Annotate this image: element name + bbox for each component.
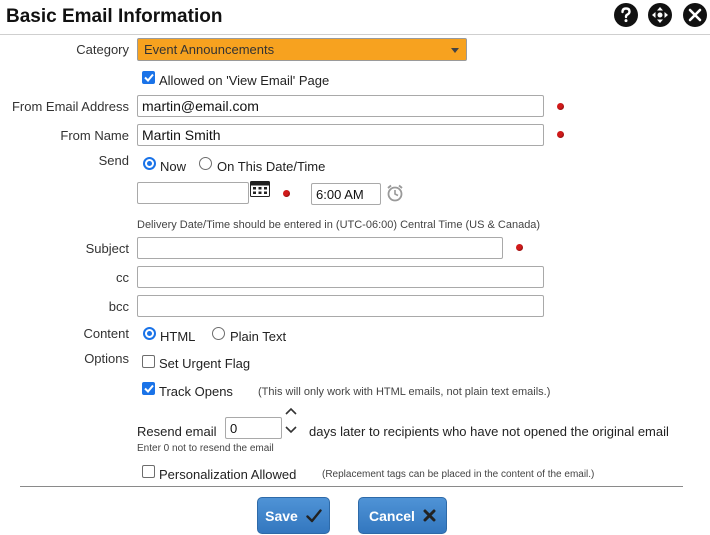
category-label: Category: [76, 42, 129, 57]
clock-icon[interactable]: [386, 184, 404, 202]
bcc-label: bcc: [108, 299, 129, 314]
delivery-timezone-note: Delivery Date/Time should be entered in …: [137, 219, 541, 231]
required-indicator: [516, 244, 523, 251]
required-indicator: [283, 190, 290, 197]
personalization-checkbox[interactable]: [142, 465, 155, 478]
track-opens-note: (This will only work with HTML emails, n…: [258, 386, 551, 398]
required-indicator: [557, 103, 564, 110]
header-divider: [0, 34, 710, 35]
send-now-radio[interactable]: [143, 157, 156, 170]
content-html-label: HTML: [160, 329, 196, 344]
personalization-label: Personalization Allowed: [159, 467, 297, 482]
resend-suffix-label: days later to recipients who have not op…: [309, 424, 669, 439]
chevron-up-icon: [285, 407, 297, 415]
send-date-field[interactable]: [137, 182, 249, 204]
close-icon[interactable]: [683, 3, 707, 27]
resend-days-field[interactable]: [225, 417, 282, 439]
content-html-radio[interactable]: [143, 327, 156, 340]
from-email-field[interactable]: [137, 95, 544, 117]
cc-field[interactable]: [137, 266, 544, 288]
track-opens-checkbox[interactable]: [142, 382, 155, 395]
required-indicator: [557, 131, 564, 138]
options-label: Options: [84, 351, 129, 366]
send-time-field[interactable]: [311, 183, 381, 205]
category-value: Event Announcements: [144, 42, 275, 57]
from-name-field[interactable]: [137, 124, 544, 146]
send-now-label: Now: [160, 159, 187, 174]
cancel-button[interactable]: Cancel: [358, 497, 447, 534]
subject-label: Subject: [85, 241, 129, 256]
send-date-label: On This Date/Time: [217, 159, 326, 174]
cancel-button-label: Cancel: [369, 507, 415, 524]
save-button[interactable]: Save: [257, 497, 330, 534]
from-email-label: From Email Address: [11, 99, 129, 114]
cc-label: cc: [116, 270, 129, 285]
x-icon: [423, 509, 436, 522]
send-label: Send: [98, 153, 129, 168]
track-opens-label: Track Opens: [159, 384, 233, 399]
checkmark-icon: [306, 508, 322, 522]
urgent-flag-checkbox[interactable]: [142, 355, 155, 368]
content-label: Content: [83, 326, 129, 341]
content-plain-radio[interactable]: [212, 327, 225, 340]
chevron-down-icon: [451, 48, 459, 53]
personalization-note: (Replacement tags can be placed in the c…: [322, 469, 595, 480]
allowed-view-checkbox[interactable]: [142, 71, 155, 84]
subject-field[interactable]: [137, 237, 503, 259]
help-icon[interactable]: [614, 3, 638, 27]
send-date-radio[interactable]: [199, 157, 212, 170]
content-plain-label: Plain Text: [230, 329, 287, 344]
chevron-down-icon: [285, 426, 297, 434]
calendar-icon[interactable]: [250, 181, 270, 197]
save-button-label: Save: [265, 507, 298, 524]
from-name-label: From Name: [60, 128, 129, 143]
resend-label: Resend email: [137, 424, 217, 439]
dialog-title: Basic Email Information: [6, 6, 223, 27]
category-select[interactable]: Event Announcements: [137, 38, 467, 61]
urgent-flag-label: Set Urgent Flag: [159, 356, 251, 371]
allowed-view-label: Allowed on 'View Email' Page: [159, 73, 330, 88]
resend-hint: Enter 0 not to resend the email: [137, 443, 274, 454]
bcc-field[interactable]: [137, 295, 544, 317]
move-icon[interactable]: [648, 3, 672, 27]
footer-divider: [20, 486, 683, 487]
resend-stepper[interactable]: [284, 407, 298, 435]
